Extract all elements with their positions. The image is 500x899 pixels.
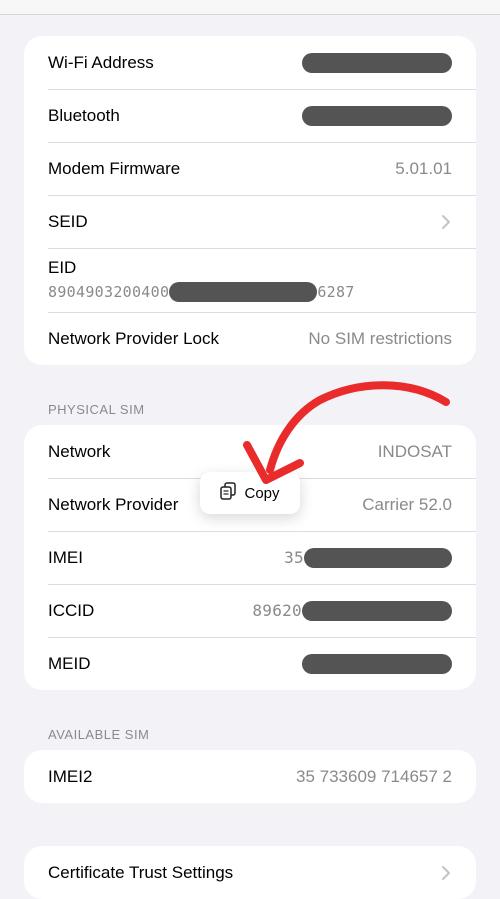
physical-sim-header: PHYSICAL SIM	[48, 402, 145, 417]
bluetooth-row[interactable]: Bluetooth	[24, 89, 476, 142]
seid-row[interactable]: SEID	[24, 195, 476, 248]
network-provider-lock-row[interactable]: Network Provider Lock No SIM restriction…	[24, 312, 476, 365]
network-provider-value: Carrier 52.0	[362, 494, 452, 514]
eid-label: EID	[48, 258, 77, 277]
eid-prefix: 8904903200400	[48, 283, 170, 301]
imei-redaction	[304, 547, 452, 568]
eid-suffix: 6287	[317, 283, 355, 301]
iccid-prefix: 89620	[252, 601, 302, 620]
eid-value: 8904903200400 6287	[48, 282, 355, 302]
network-provider-lock-label: Network Provider Lock	[48, 328, 220, 348]
iccid-redaction	[302, 600, 452, 621]
imei2-value: 35 733609 714657 2	[296, 766, 452, 786]
iccid-row[interactable]: ICCID 89620	[24, 584, 476, 637]
wifi-address-redaction	[302, 52, 452, 73]
meid-row[interactable]: MEID	[24, 637, 476, 690]
bluetooth-redaction	[302, 105, 452, 126]
iccid-value: 89620	[252, 600, 452, 621]
imei2-label: IMEI2	[48, 766, 93, 786]
modem-firmware-row[interactable]: Modem Firmware 5.01.01	[24, 142, 476, 195]
device-info-group: Wi-Fi Address Bluetooth Modem Firmware 5…	[24, 36, 476, 365]
imei2-row[interactable]: IMEI2 35 733609 714657 2	[24, 750, 476, 803]
network-row[interactable]: Network INDOSAT	[24, 425, 476, 478]
network-value: INDOSAT	[377, 441, 452, 461]
modem-firmware-value: 5.01.01	[395, 158, 452, 178]
eid-row[interactable]: EID 8904903200400 6287	[24, 248, 476, 312]
available-sim-group: IMEI2 35 733609 714657 2	[24, 750, 476, 803]
imei-row[interactable]: IMEI 35	[24, 531, 476, 584]
chevron-right-icon	[440, 865, 452, 881]
wifi-address-row[interactable]: Wi-Fi Address	[24, 36, 476, 89]
certificate-trust-settings-label: Certificate Trust Settings	[48, 862, 234, 882]
bluetooth-label: Bluetooth	[48, 105, 120, 125]
top-bar	[0, 0, 500, 15]
available-sim-header: AVAILABLE SIM	[48, 727, 150, 742]
copy-label: Copy	[244, 484, 280, 502]
certificate-trust-settings-row[interactable]: Certificate Trust Settings	[24, 846, 476, 899]
imei-value: 35	[284, 547, 452, 568]
network-label: Network	[48, 441, 111, 461]
meid-redaction	[302, 653, 452, 674]
network-provider-label: Network Provider	[48, 494, 179, 514]
imei-label: IMEI	[48, 547, 83, 567]
copy-icon	[220, 482, 237, 504]
meid-label: MEID	[48, 653, 91, 673]
imei-prefix: 35	[284, 548, 304, 567]
physical-sim-group: Network INDOSAT Network Provider Carrier…	[24, 425, 476, 690]
iccid-label: ICCID	[48, 600, 95, 620]
copy-button[interactable]: Copy	[200, 472, 300, 514]
chevron-right-icon	[440, 214, 452, 230]
certificate-group: Certificate Trust Settings	[24, 846, 476, 899]
eid-redaction	[169, 282, 318, 302]
network-provider-lock-value: No SIM restrictions	[308, 328, 452, 348]
seid-label: SEID	[48, 211, 88, 231]
wifi-address-label: Wi-Fi Address	[48, 52, 154, 72]
modem-firmware-label: Modem Firmware	[48, 158, 181, 178]
